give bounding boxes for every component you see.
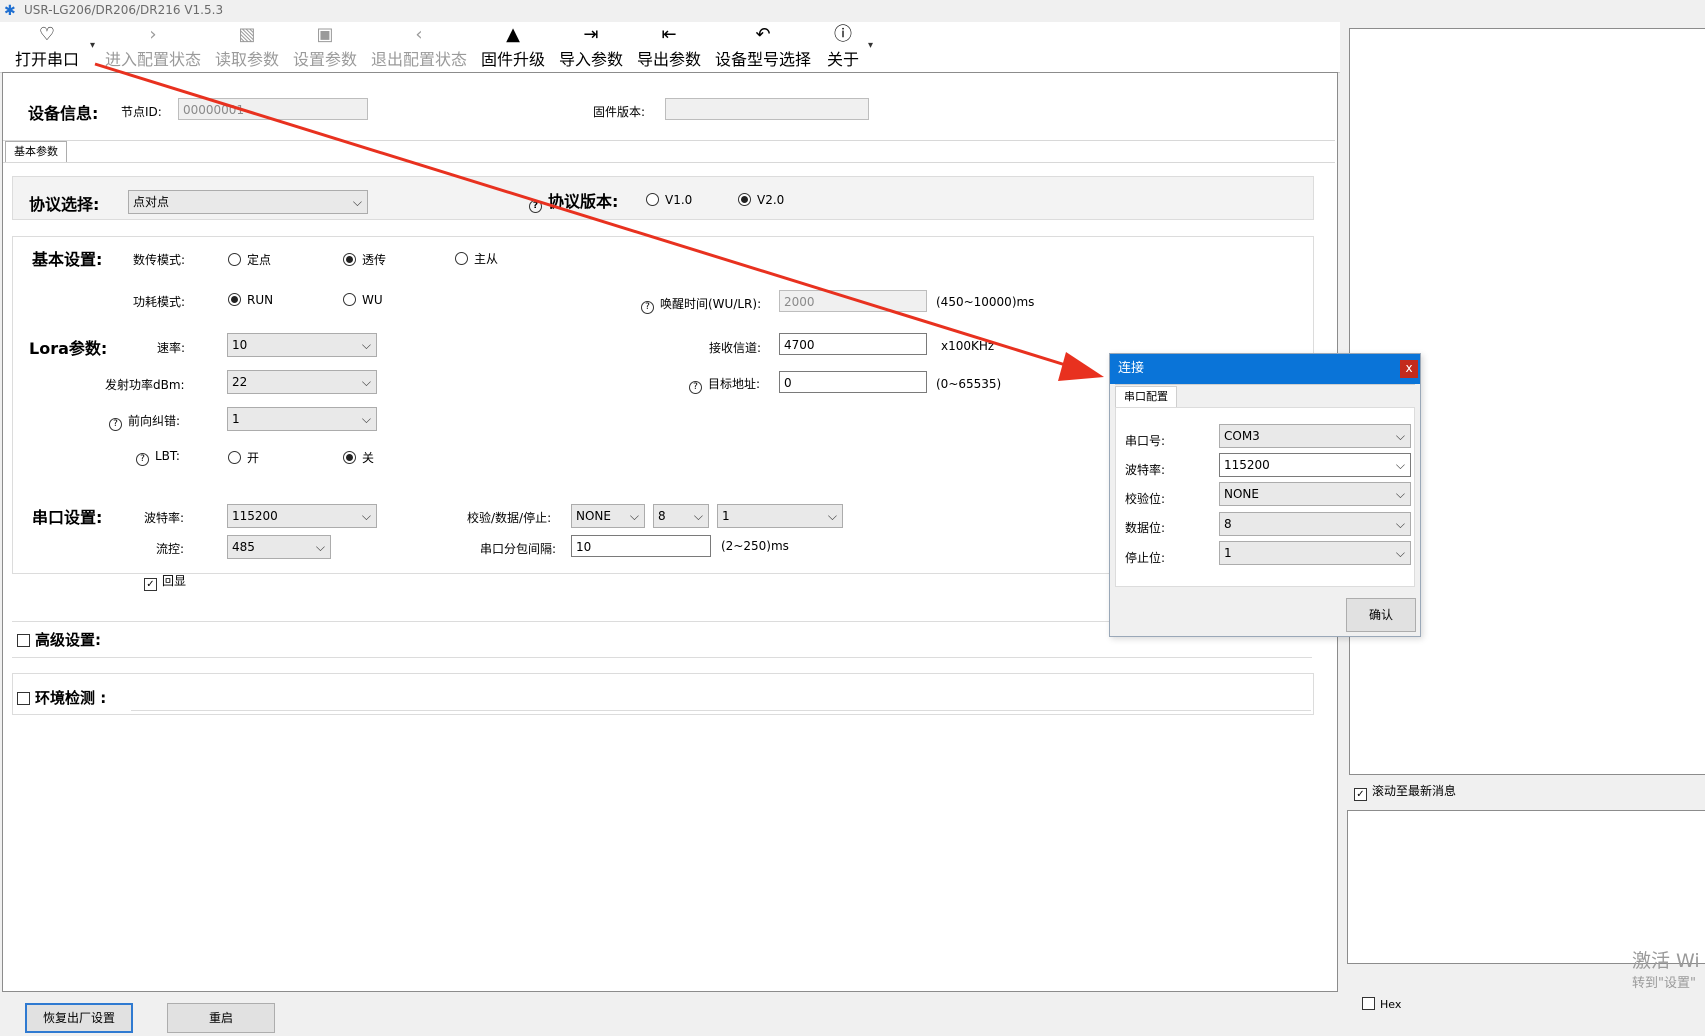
dialog-title: 连接: [1118, 361, 1145, 376]
dialog-baud-select[interactable]: 115200 ⌵: [1219, 453, 1411, 477]
arrow-head: [1058, 352, 1104, 381]
chevron-down-icon: ⌵: [1395, 429, 1405, 443]
close-icon[interactable]: x: [1400, 360, 1418, 378]
dialog-parity-value: NONE: [1224, 487, 1259, 501]
tab-serial-config[interactable]: 串口配置: [1115, 386, 1177, 407]
dialog-data-bits-value: 8: [1224, 517, 1232, 531]
confirm-button[interactable]: 确认: [1346, 598, 1416, 632]
dialog-title-bar: 连接 x: [1110, 354, 1420, 384]
chevron-down-icon: ⌵: [1395, 546, 1405, 560]
port-value: COM3: [1224, 429, 1260, 443]
dialog-stop-bits-value: 1: [1224, 546, 1232, 560]
chevron-down-icon: ⌵: [1395, 517, 1405, 531]
dialog-data-bits-select[interactable]: 8 ⌵: [1219, 512, 1411, 536]
dialog-tab-strip: [1115, 384, 1415, 385]
connect-dialog: 连接 x 串口配置 串口号: COM3 ⌵ 波特率: 115200 ⌵ 校验位:…: [1109, 353, 1421, 637]
dialog-baud-value: 115200: [1224, 458, 1270, 472]
dialog-stop-bits-select[interactable]: 1 ⌵: [1219, 541, 1411, 565]
dialog-data-bits-label: 数据位:: [1125, 521, 1166, 535]
chevron-down-icon: ⌵: [1395, 487, 1405, 501]
port-select[interactable]: COM3 ⌵: [1219, 424, 1411, 448]
annotation-arrow: [94, 62, 1104, 381]
port-label: 串口号:: [1125, 434, 1166, 448]
chevron-down-icon: ⌵: [1395, 458, 1405, 472]
dialog-parity-select[interactable]: NONE ⌵: [1219, 482, 1411, 506]
dialog-baud-label: 波特率:: [1125, 463, 1166, 477]
dialog-parity-label: 校验位:: [1125, 492, 1166, 506]
dialog-stop-bits-label: 停止位:: [1125, 551, 1166, 565]
arrow-shaft: [94, 62, 1073, 369]
